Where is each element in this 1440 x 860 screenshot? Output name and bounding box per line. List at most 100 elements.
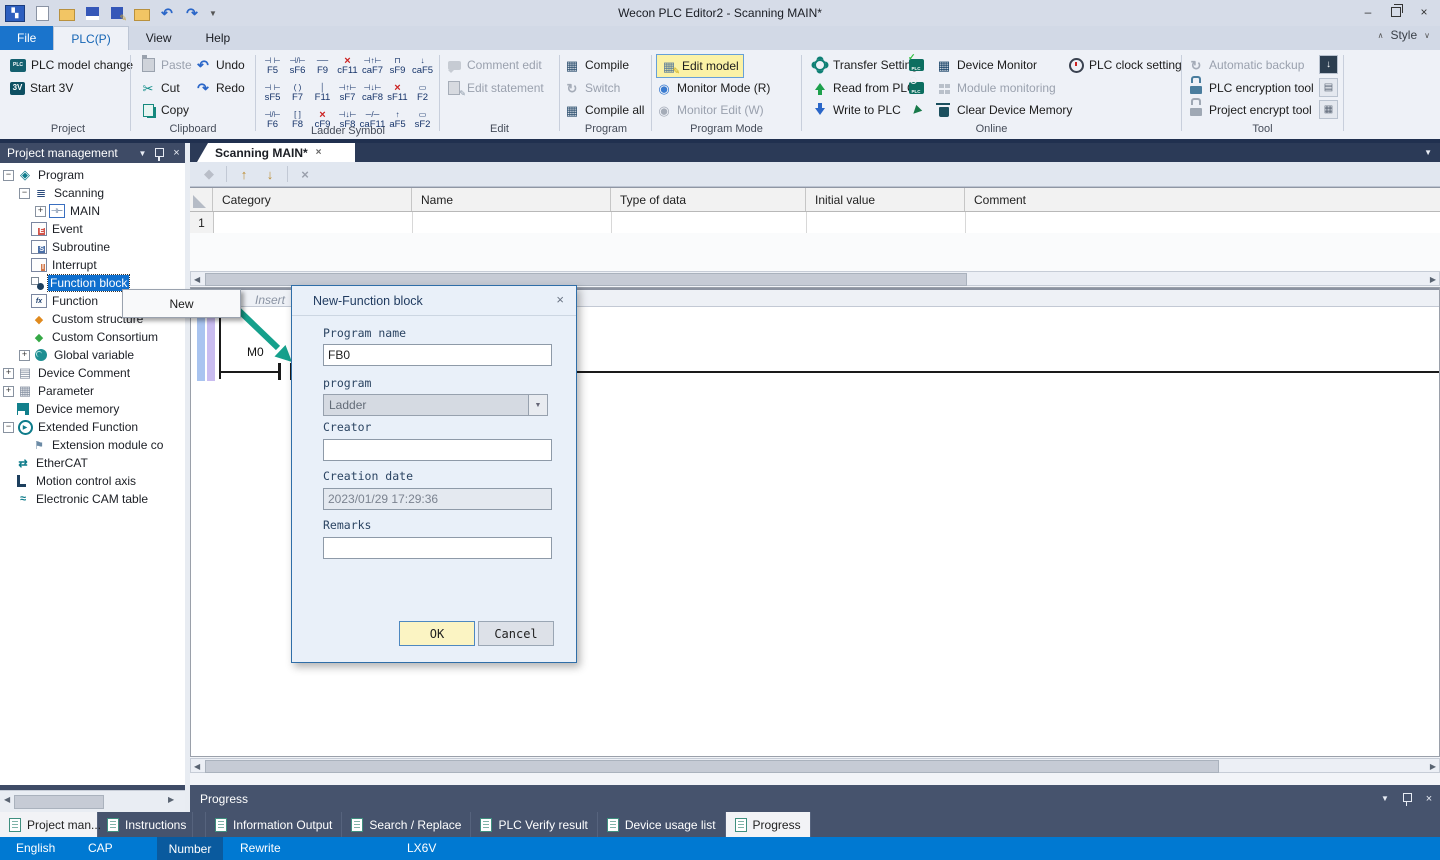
- program-type-select[interactable]: Ladder ▼: [323, 394, 548, 416]
- comment-edit-button[interactable]: Comment edit: [446, 55, 542, 75]
- context-menu-item-new[interactable]: New: [123, 290, 240, 317]
- ladder-symbol-button[interactable]: ⊣↑⊢caF7: [360, 53, 385, 79]
- panel-pin-icon[interactable]: [151, 148, 168, 159]
- plc-verify-button[interactable]: PLC: [908, 55, 924, 75]
- tab-list-dropdown-icon[interactable]: ▼: [1424, 148, 1432, 157]
- tree-item-extension-module[interactable]: ⚑ Extension module co: [0, 436, 185, 454]
- style-dropdown-icon[interactable]: ∨: [1424, 31, 1430, 40]
- tree-item-main[interactable]: + ⊣⊢ MAIN: [0, 202, 185, 220]
- automatic-backup-button[interactable]: ↻ Automatic backup: [1188, 55, 1304, 75]
- tab-plc-verify-result[interactable]: PLC Verify result: [471, 812, 597, 837]
- panel-dropdown-icon[interactable]: ▼: [1374, 794, 1396, 803]
- menu-tab-view[interactable]: View: [129, 26, 189, 50]
- tab-device-usage-list[interactable]: Device usage list: [598, 812, 726, 837]
- ladder-symbol-button[interactable]: ⊣ ⊢F5: [260, 53, 285, 79]
- scroll-right-icon[interactable]: ▶: [1430, 275, 1436, 284]
- cell-comment[interactable]: [966, 212, 1440, 234]
- copy-button[interactable]: Copy: [140, 100, 189, 120]
- cell-category[interactable]: [214, 212, 413, 234]
- ladder-symbol-button[interactable]: ×sF11: [385, 80, 410, 106]
- tree-horizontal-scrollbar[interactable]: ◀ ▶: [0, 790, 185, 813]
- expander-plus-icon[interactable]: +: [19, 350, 30, 361]
- switch-button[interactable]: ↻ Switch: [564, 78, 620, 98]
- tab-close-icon[interactable]: ×: [316, 147, 322, 158]
- undo-button[interactable]: ↶ Undo: [195, 55, 245, 75]
- ladder-symbol-button[interactable]: ⊓sF9: [385, 53, 410, 79]
- minimize-button[interactable]: –: [1354, 2, 1382, 22]
- ladder-horizontal-scrollbar[interactable]: ◀ ▶: [190, 758, 1440, 773]
- compile-button[interactable]: ▦ Compile: [564, 55, 629, 75]
- panel-dropdown-icon[interactable]: ▼: [134, 149, 151, 158]
- tree-item-global-variable[interactable]: + Global variable: [0, 346, 185, 364]
- ribbon-style-control[interactable]: ∧ Style ∨: [1378, 28, 1430, 42]
- tab-instructions[interactable]: Instructions: [98, 812, 193, 837]
- dialog-close-icon[interactable]: ×: [556, 292, 564, 307]
- expander-plus-icon[interactable]: +: [35, 206, 46, 217]
- plc-clock-setting-button[interactable]: PLC clock setting: [1068, 55, 1182, 75]
- expander-minus-icon[interactable]: −: [3, 170, 14, 181]
- plc-model-change-button[interactable]: PLC PLC model change: [10, 55, 133, 75]
- read-from-plc-button[interactable]: Read from PLC: [812, 78, 916, 98]
- remote-operation-button[interactable]: ▶: [908, 100, 924, 120]
- encrypt-list-button[interactable]: ▦: [1319, 100, 1338, 119]
- edit-model-button[interactable]: ▦ Edit model: [656, 54, 744, 78]
- ladder-symbol-button[interactable]: ▭F2: [410, 80, 435, 106]
- tree-item-device-comment[interactable]: + ▤ Device Comment: [0, 364, 185, 382]
- cut-button[interactable]: ✂ Cut: [140, 78, 180, 98]
- tree-item-electronic-cam-table[interactable]: ≈ Electronic CAM table: [0, 490, 185, 508]
- scroll-left-icon[interactable]: ◀: [194, 762, 200, 771]
- tree-item-parameter[interactable]: + ▦ Parameter: [0, 382, 185, 400]
- edit-statement-button[interactable]: Edit statement: [446, 78, 544, 98]
- scroll-right-icon[interactable]: ▶: [168, 795, 174, 804]
- tree-item-subroutine[interactable]: S Subroutine: [0, 238, 185, 256]
- menu-tab-help[interactable]: Help: [188, 26, 247, 50]
- cancel-button[interactable]: Cancel: [478, 621, 554, 646]
- creator-input[interactable]: [323, 439, 552, 461]
- plc-encryption-tool-button[interactable]: PLC encryption tool: [1188, 78, 1314, 98]
- select-dropdown-icon[interactable]: ▼: [528, 395, 547, 415]
- ladder-symbol-button[interactable]: ×cF11: [335, 53, 360, 79]
- ladder-symbol-button[interactable]: ⊣/⊢sF6: [285, 53, 310, 79]
- contact-m0[interactable]: [278, 363, 281, 380]
- tab-project-management[interactable]: Project man...: [0, 812, 98, 837]
- table-horizontal-scrollbar[interactable]: ◀ ▶: [190, 271, 1440, 286]
- backup-option-button[interactable]: ↓: [1319, 55, 1338, 74]
- ladder-symbol-button[interactable]: ↓caF5: [410, 53, 435, 79]
- ladder-symbol-button[interactable]: ( )F7: [285, 80, 310, 106]
- scroll-left-icon[interactable]: ◀: [4, 795, 10, 804]
- clear-device-memory-button[interactable]: Clear Device Memory: [936, 100, 1072, 120]
- monitor-edit-button[interactable]: ◉ Monitor Edit (W): [656, 100, 764, 120]
- expander-plus-icon[interactable]: +: [3, 368, 14, 379]
- tree-item-interrupt[interactable]: I Interrupt: [0, 256, 185, 274]
- tree-item-program[interactable]: − ◈ Program: [0, 166, 185, 184]
- compile-all-button[interactable]: ▦ Compile all: [564, 100, 644, 120]
- tree-item-device-memory[interactable]: Device memory: [0, 400, 185, 418]
- style-label[interactable]: Style: [1390, 28, 1417, 42]
- panel-close-icon[interactable]: ×: [1418, 793, 1440, 805]
- tree-item-event[interactable]: E Event: [0, 220, 185, 238]
- paste-button[interactable]: Paste: [140, 55, 192, 75]
- tab-information-output[interactable]: Information Output: [206, 812, 342, 837]
- move-down-button[interactable]: ↓: [261, 165, 279, 183]
- monitor-mode-button[interactable]: ◉ Monitor Mode (R): [656, 78, 770, 98]
- restore-button[interactable]: [1382, 2, 1410, 22]
- encryption-doc-button[interactable]: ▤: [1319, 78, 1338, 97]
- scroll-right-icon[interactable]: ▶: [1430, 762, 1436, 771]
- expander-minus-icon[interactable]: −: [3, 422, 14, 433]
- tab-search-replace[interactable]: Search / Replace: [342, 812, 471, 837]
- scrollbar-thumb[interactable]: [205, 760, 1219, 773]
- add-variable-button[interactable]: ◆: [200, 165, 218, 183]
- ok-button[interactable]: OK: [399, 621, 475, 646]
- device-monitor-button[interactable]: ▦ Device Monitor: [936, 55, 1037, 75]
- program-name-input[interactable]: [323, 344, 552, 366]
- cell-name[interactable]: [413, 212, 612, 234]
- ladder-symbol-button[interactable]: │F11: [310, 80, 335, 106]
- tree-item-scanning[interactable]: − ≣ Scanning: [0, 184, 185, 202]
- ladder-symbol-button[interactable]: ──F9: [310, 53, 335, 79]
- menu-tab-file[interactable]: File: [0, 26, 53, 50]
- ladder-symbol-button[interactable]: ⊣ ⊢sF5: [260, 80, 285, 106]
- plc-diagnose-button[interactable]: PLC: [908, 78, 924, 98]
- row-header[interactable]: 1: [190, 212, 214, 234]
- tab-progress[interactable]: Progress: [726, 812, 811, 837]
- remarks-input[interactable]: [323, 537, 552, 559]
